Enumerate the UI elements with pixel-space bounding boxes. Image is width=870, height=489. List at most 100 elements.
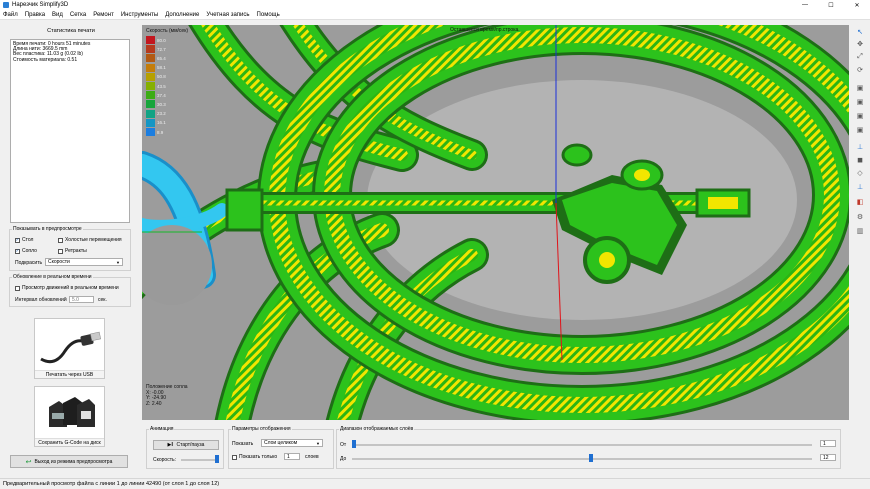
speed-legend-item: 37.4 xyxy=(146,91,166,100)
usb-print-label: Печатать через USB xyxy=(35,370,104,378)
speed-legend-item: 16.1 xyxy=(146,118,166,127)
show-label: Показать xyxy=(232,441,254,447)
origin-tool-icon[interactable]: ⊥ xyxy=(854,181,866,192)
view-front-icon[interactable]: ▣ xyxy=(854,82,866,93)
legend-label: 50.8 xyxy=(157,74,166,80)
preview-group-title: Показывать в предпросмотре xyxy=(12,226,83,232)
legend-swatch xyxy=(146,128,155,136)
to-layer-slider[interactable] xyxy=(352,458,812,460)
right-toolbar: ↖ ✥ ⤢ ⟳ ▣ ▣ ▣ ▣ ⊥ ◼ ◇ ⊥ ◧ ⚙ ▥ xyxy=(852,24,868,239)
bottom-panel: Анимация ▶‖ Старт/пауза Скорость: Параме… xyxy=(142,421,849,475)
viewport-overlay-label: Оставшееся время/пр.строка. xyxy=(450,27,520,33)
nozzle-checkbox[interactable]: ✓ Сопло xyxy=(15,248,37,254)
legend-swatch xyxy=(146,100,155,109)
view-side-icon[interactable]: ▣ xyxy=(854,110,866,121)
show-only-input[interactable]: 1 xyxy=(284,453,300,460)
menu-help[interactable]: Помощь xyxy=(257,12,280,18)
legend-label: 58.1 xyxy=(157,65,166,71)
layers-icon[interactable]: ▥ xyxy=(854,225,866,236)
exit-preview-button[interactable]: ↩ Выход из режима предпросмотра xyxy=(10,455,128,468)
menu-view[interactable]: Вид xyxy=(52,12,63,18)
select-tool-icon[interactable]: ↖ xyxy=(854,26,866,37)
legend-label: 23.2 xyxy=(157,111,166,117)
speed-slider-thumb[interactable] xyxy=(215,455,220,463)
nozzle-position: Положение сопла X: -0.00 Y: -24.90 Z: 2.… xyxy=(146,384,188,407)
interval-unit: сек. xyxy=(98,297,107,303)
speed-legend-item: 72.7 xyxy=(146,45,166,54)
move-tool-icon[interactable]: ✥ xyxy=(854,38,866,49)
speed-legend-item: 65.4 xyxy=(146,54,166,63)
realtime-group-title: Обновление в реальном времени xyxy=(12,274,93,280)
to-layer-thumb[interactable] xyxy=(589,454,594,462)
window-title: Нарезчик Simplify3D xyxy=(12,2,69,8)
solid-view-icon[interactable]: ◼ xyxy=(854,154,866,165)
interval-input[interactable]: 5.0 xyxy=(69,296,94,303)
legend-swatch xyxy=(146,45,155,54)
chevron-down-icon: ▼ xyxy=(116,260,120,265)
usb-cable-icon xyxy=(40,331,102,364)
from-layer-slider[interactable] xyxy=(352,444,812,446)
title-bar: Нарезчик Simplify3D — ☐ ✕ xyxy=(0,0,870,10)
3d-viewport[interactable]: Скорость (мм/сек) 80.0 72.7 65.4 58.1 50.8 43… xyxy=(142,25,849,420)
preview-group: Показывать в предпросмотре ✓ Стол Холосты… xyxy=(9,226,131,271)
legend-swatch xyxy=(146,63,155,72)
retracts-checkbox[interactable]: Ретракты xyxy=(58,248,87,254)
menu-file[interactable]: Файл xyxy=(3,12,18,18)
speed-legend-item: 30.3 xyxy=(146,100,166,109)
save-sd-card[interactable]: Сохранить G-Code на диск xyxy=(34,386,105,447)
chevron-down-icon: ▼ xyxy=(316,441,320,446)
show-only-checkbox[interactable]: Показать только xyxy=(232,454,277,460)
menu-bar: Файл Правка Вид Сетка Ремонт Инструменты… xyxy=(0,10,870,20)
realtime-moves-checkbox[interactable]: Просмотр движений в реальном времени xyxy=(15,285,119,291)
view-top-icon[interactable]: ▣ xyxy=(854,96,866,107)
wireframe-view-icon[interactable]: ◇ xyxy=(854,167,866,178)
show-mode-select[interactable]: Слои целиком ▼ xyxy=(261,439,323,447)
view-iso-icon[interactable]: ▣ xyxy=(854,124,866,135)
gear-icon[interactable]: ⚙ xyxy=(854,211,866,222)
back-arrow-icon: ↩ xyxy=(25,458,32,466)
legend-label: 30.3 xyxy=(157,101,166,107)
to-label: До xyxy=(340,456,347,462)
menu-repair[interactable]: Ремонт xyxy=(93,12,114,18)
speed-legend-item: 50.8 xyxy=(146,72,166,81)
stats-line: Стоимость материала: 0.51 xyxy=(13,56,78,63)
app-icon xyxy=(3,2,9,8)
usb-print-card[interactable]: Печатать через USB xyxy=(34,318,105,379)
sd-card-icon xyxy=(49,397,95,427)
from-layer-thumb[interactable] xyxy=(352,440,356,448)
legend-swatch xyxy=(146,118,155,127)
menu-mesh[interactable]: Сетка xyxy=(70,12,86,18)
axes-tool-icon[interactable]: ⊥ xyxy=(854,141,866,152)
menu-tools[interactable]: Инструменты xyxy=(121,12,158,18)
cross-section-icon[interactable]: ◧ xyxy=(854,196,866,207)
legend-swatch xyxy=(146,82,155,90)
travel-checkbox[interactable]: Холостые перемещения xyxy=(58,237,122,243)
left-panel: Статистика печати Время печати: 0 hours … xyxy=(0,22,141,477)
speed-legend-item: 23.2 xyxy=(146,109,166,118)
speed-slider[interactable] xyxy=(181,459,219,461)
check-icon: ✓ xyxy=(15,248,20,254)
rotate-tool-icon[interactable]: ⟳ xyxy=(854,64,866,75)
legend-swatch xyxy=(146,91,155,100)
layer-range-title: Диапазон отображаемых слоёв xyxy=(339,426,415,432)
minimize-button[interactable]: — xyxy=(792,0,818,10)
interval-label: Интервал обновлений xyxy=(15,297,67,303)
legend-label: 72.7 xyxy=(157,46,166,52)
speed-legend-item: 80.0 xyxy=(146,36,166,44)
menu-account[interactable]: Учетная запись xyxy=(206,12,249,18)
speed-legend-item: 8.9 xyxy=(146,128,163,136)
table-checkbox[interactable]: ✓ Стол xyxy=(15,237,33,243)
menu-edit[interactable]: Правка xyxy=(25,12,45,18)
close-button[interactable]: ✕ xyxy=(844,0,870,10)
maximize-button[interactable]: ☐ xyxy=(818,0,844,10)
menu-addons[interactable]: Дополнение xyxy=(165,12,199,18)
scale-tool-icon[interactable]: ⤢ xyxy=(854,51,866,62)
highlight-select[interactable]: Скорости ▼ xyxy=(45,258,123,266)
to-layer-input[interactable]: 12 xyxy=(820,454,836,461)
legend-label: 16.1 xyxy=(157,120,166,126)
from-layer-input[interactable]: 1 xyxy=(820,440,836,447)
legend-swatch xyxy=(146,54,155,63)
animation-group: Анимация ▶‖ Старт/пауза Скорость: xyxy=(146,426,224,469)
stats-box[interactable]: Время печати: 0 hours 51 minutes Длина н… xyxy=(10,39,130,223)
play-pause-button[interactable]: ▶‖ Старт/пауза xyxy=(153,440,219,450)
